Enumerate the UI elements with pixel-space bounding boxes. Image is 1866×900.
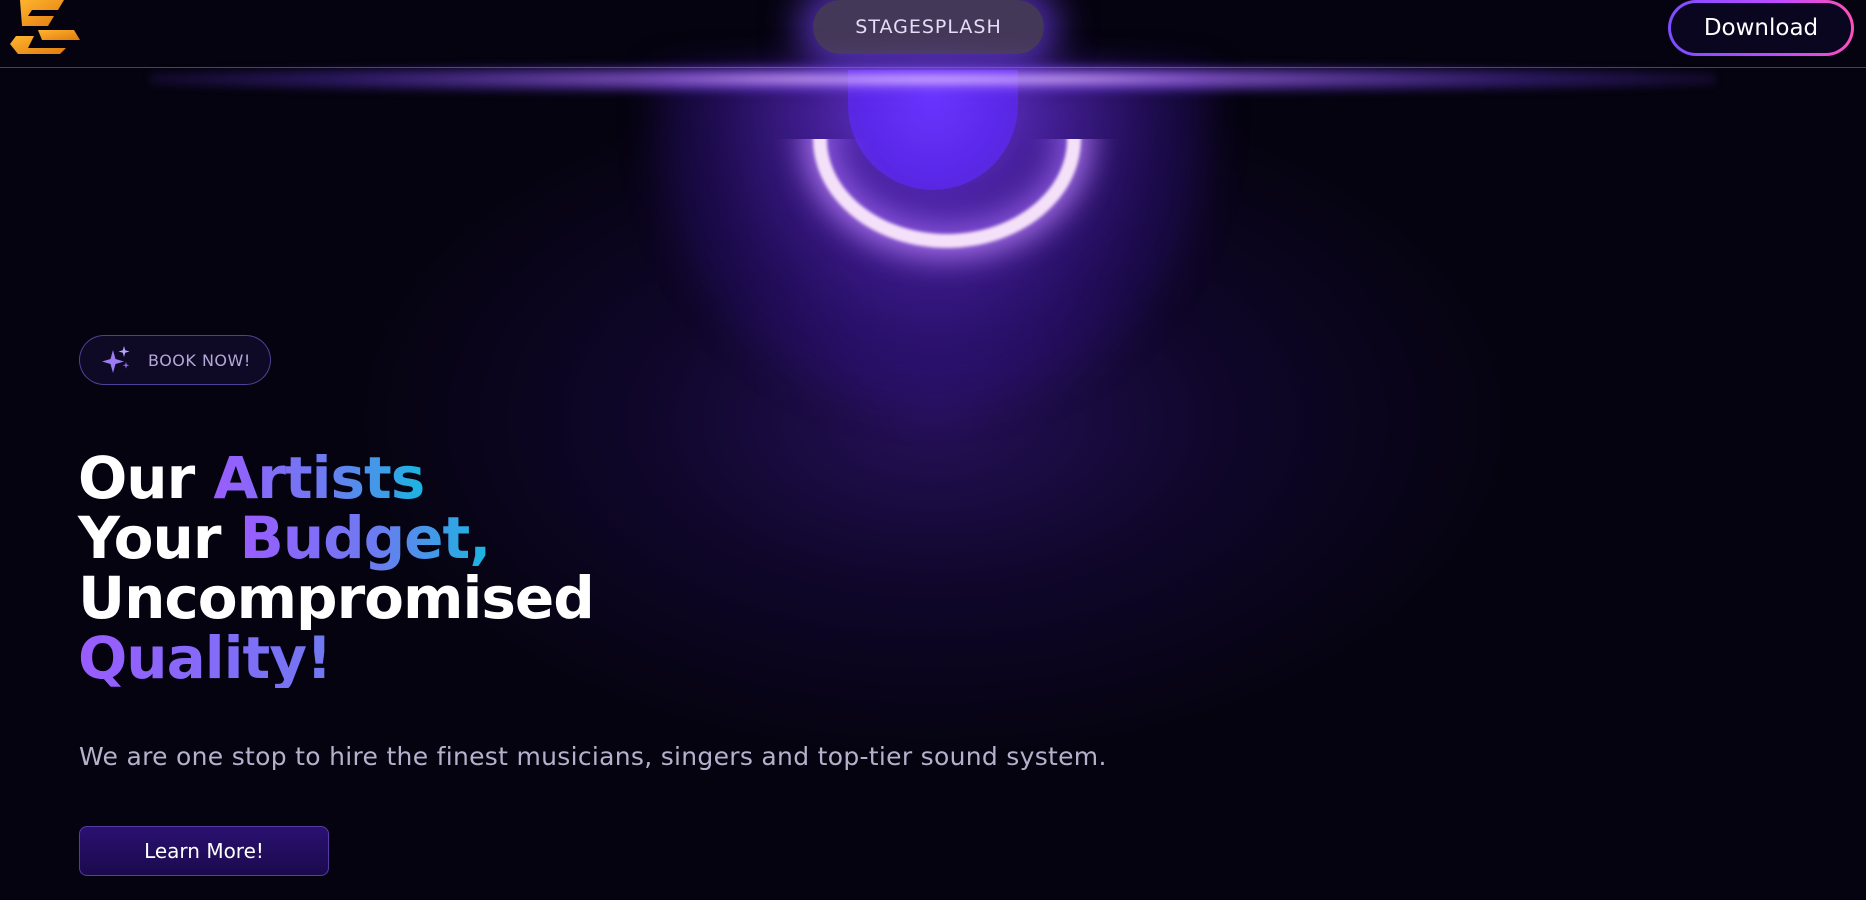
learn-more-label: Learn More!: [144, 839, 264, 863]
book-now-badge[interactable]: BOOK NOW!: [79, 335, 271, 385]
hero-headline: Our Artists Your Budget, Uncompromised Q…: [78, 448, 595, 688]
headline-line-3: Uncompromised: [78, 564, 595, 632]
headline-line-1-accent: Artists: [213, 444, 425, 512]
hero-subtitle: We are one stop to hire the finest music…: [79, 742, 1107, 771]
headline-line-4-accent: Quality!: [78, 628, 594, 688]
headline-line-1: Our Artists: [78, 448, 594, 508]
headline-line-1-text: Our: [78, 444, 214, 512]
stagesplash-logo-icon[interactable]: [8, 0, 80, 54]
logo-graphic: [10, 0, 80, 54]
download-button[interactable]: Download: [1668, 0, 1854, 56]
landing-page: STAGESPLASH Download BOOK NOW! Our Artis…: [0, 0, 1866, 900]
headline-line-2-accent: Budget,: [239, 504, 492, 572]
headline-line-2-text: Your: [78, 504, 240, 572]
download-label: Download: [1703, 15, 1819, 41]
glow-horizon: [150, 64, 1716, 94]
headline-line-2: Your Budget,: [78, 508, 594, 568]
sparkle-icon: [102, 346, 130, 373]
book-now-label: BOOK NOW!: [148, 350, 251, 370]
brand-name-pill[interactable]: STAGESPLASH: [813, 0, 1044, 54]
top-navbar: STAGESPLASH Download: [0, 0, 1866, 68]
brand-name: STAGESPLASH: [855, 16, 1002, 38]
learn-more-button[interactable]: Learn More!: [79, 826, 329, 876]
